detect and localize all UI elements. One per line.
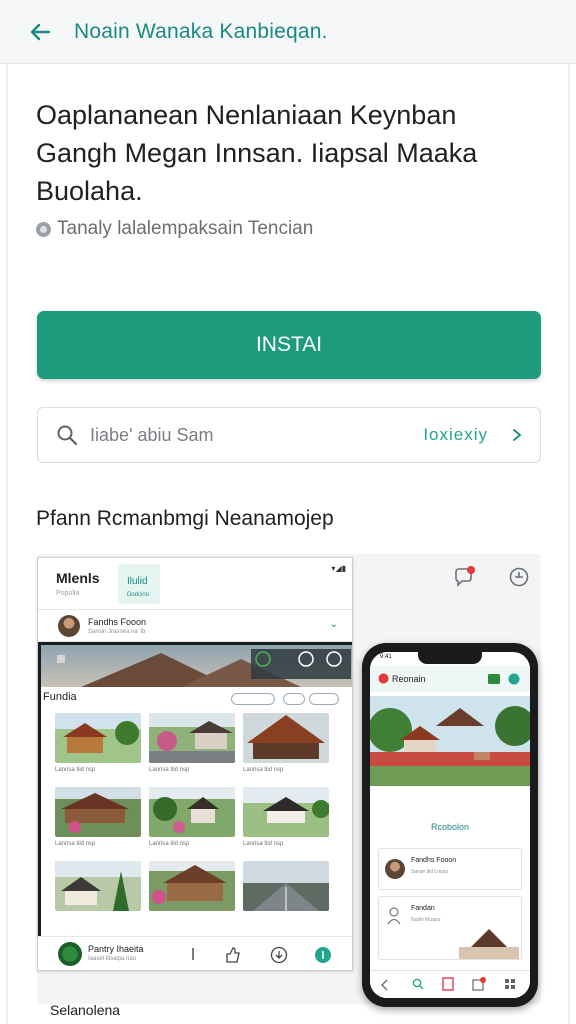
- tablet-tab-label: Ilulid: [127, 576, 148, 587]
- avatar: [385, 859, 405, 879]
- gallery-thumbnail[interactable]: [243, 713, 329, 763]
- tablet-gallery: Fundia Lanrisa tiid nsp Lanrisa tiid nsp…: [38, 642, 352, 936]
- search-action-link[interactable]: Ioxiexiy: [423, 425, 488, 445]
- record-icon: [378, 673, 389, 684]
- thumbnail-caption: Lanrisa tiid nsp: [55, 841, 96, 847]
- chat-badge-icon[interactable]: [453, 566, 475, 588]
- tablet-header: Mlenls Popolla Ilulid Dodcino ▾◢▮: [38, 558, 352, 610]
- download-circle-icon[interactable]: [270, 946, 288, 964]
- meta-text: Tanaly lalalempaksain Tencian: [57, 218, 314, 239]
- tablet-user-sub: Sansin Jrasnea na 'lb: [88, 629, 146, 635]
- install-button[interactable]: INSTAI: [37, 311, 541, 379]
- thumbnail-caption: Lanrisa tiid nsp: [243, 841, 284, 847]
- status-dot-icon: [36, 221, 51, 237]
- search-bar[interactable]: Ioxiexiy: [37, 407, 541, 463]
- phone-card-sub: Sanse tiid Lnusa: [411, 869, 448, 875]
- avatar: [58, 615, 80, 637]
- phone-bottom-nav: [370, 970, 530, 998]
- filter-pill[interactable]: [231, 693, 275, 705]
- tablet-tab-sub: Dodcino: [127, 592, 150, 598]
- gallery-thumbnail[interactable]: [55, 713, 141, 763]
- gallery-thumbnail[interactable]: [55, 787, 141, 837]
- tablet-footer: Pantry Ihaeita Iaasel Ilisaipa nao: [38, 936, 352, 970]
- screenshot-caption: Selanolena: [50, 1002, 121, 1018]
- gallery-thumbnail[interactable]: [243, 787, 329, 837]
- phone-card-sub: Ilsailn Muaou: [411, 917, 441, 923]
- arrow-left-icon: [30, 23, 51, 40]
- app-description: Oaplananean Nenlaniaan Keynban Gangh Meg…: [36, 100, 478, 206]
- tablet-app-sub: Popolla: [56, 590, 80, 597]
- gallery-thumbnail[interactable]: [55, 861, 141, 911]
- phone-app-bar: Reonain: [370, 666, 530, 692]
- gallery-thumbnail[interactable]: [149, 713, 235, 763]
- phone-screenshot[interactable]: 9:41 Reonain Rcobolon Fandhs Fooon Sanse…: [362, 643, 538, 1007]
- gallery-thumbnail[interactable]: [243, 861, 329, 911]
- grid-icon[interactable]: [504, 978, 516, 990]
- thumbnail-caption: Lanrisa tiid nsp: [149, 767, 190, 773]
- thumbnail-caption: Lanrisa tiid nsp: [55, 767, 96, 773]
- thumbs-up-icon[interactable]: [224, 946, 242, 964]
- tablet-tab: Ilulid Dodcino: [118, 564, 160, 604]
- phone-card[interactable]: Fandhs Fooon Sanse tiid Lnusa: [378, 848, 522, 890]
- phone-section-title: Rcobolon: [430, 822, 470, 832]
- section-title: Pfann Rcmanbmgi Neanamojep: [36, 507, 334, 530]
- page-edge-right: [568, 64, 570, 1024]
- share-circle-icon[interactable]: [314, 946, 332, 964]
- phone-card-title: Fandhs Fooon: [411, 857, 457, 864]
- info-icon[interactable]: [184, 946, 202, 964]
- phone-screen: 9:41 Reonain Rcobolon Fandhs Fooon Sanse…: [370, 652, 530, 998]
- chevron-down-icon: ⌄: [329, 619, 338, 630]
- tablet-user-name: Fandhs Fooon: [88, 617, 147, 627]
- gallery-label: Fundia: [43, 691, 77, 703]
- help-circle-icon[interactable]: [508, 566, 530, 588]
- person-icon: [387, 907, 401, 925]
- tablet-footer-sub: Iaasel Ilisaipa nao: [88, 956, 137, 962]
- back-nav-icon[interactable]: [380, 979, 390, 991]
- phone-bar-title: Reonain: [392, 674, 426, 684]
- tablet-screenshot[interactable]: Mlenls Popolla Ilulid Dodcino ▾◢▮ Fandhs…: [37, 557, 353, 971]
- tablet-app-name: Mlenls: [56, 570, 100, 586]
- phone-card-image: [459, 929, 519, 959]
- back-button[interactable]: [26, 18, 54, 46]
- phone-hero-image: [370, 696, 530, 786]
- filter-pill[interactable]: [283, 693, 305, 705]
- app-meta: Tanaly lalalempaksain Tencian: [36, 218, 313, 240]
- notification-icon[interactable]: [472, 977, 486, 991]
- thumbnail-caption: Lanrisa tiid nsp: [149, 841, 190, 847]
- thumbnail-caption: Lanrisa tiid nsp: [243, 767, 284, 773]
- search-input[interactable]: [90, 424, 390, 446]
- phone-card[interactable]: Fandan Ilsailn Muaou: [378, 896, 522, 960]
- profile-icon[interactable]: [508, 673, 520, 685]
- page-edge-left: [6, 64, 8, 1024]
- phone-notch: [418, 652, 482, 664]
- hero-image: [41, 645, 352, 687]
- gallery-thumbnail[interactable]: [149, 861, 235, 911]
- chevron-right-icon[interactable]: [510, 428, 524, 442]
- search-icon[interactable]: [412, 978, 424, 990]
- phone-card-title: Fandan: [411, 905, 435, 912]
- video-icon[interactable]: [488, 674, 500, 684]
- phone-status-time: 9:41: [380, 654, 392, 660]
- bookmark-icon[interactable]: [442, 977, 454, 991]
- app-logo-icon: [58, 942, 82, 966]
- tablet-user-row: Fandhs Fooon Sansin Jrasnea na 'lb ⌄: [38, 610, 352, 642]
- gallery-thumbnail[interactable]: [149, 787, 235, 837]
- filter-pill[interactable]: [309, 693, 339, 705]
- signal-icon: ▾◢▮: [331, 564, 346, 573]
- top-app-bar: Noain Wanaka Kanbieqan.: [0, 0, 576, 64]
- tablet-footer-name: Pantry Ihaeita: [88, 944, 144, 954]
- page-title: Noain Wanaka Kanbieqan.: [74, 19, 328, 43]
- search-icon: [57, 425, 78, 446]
